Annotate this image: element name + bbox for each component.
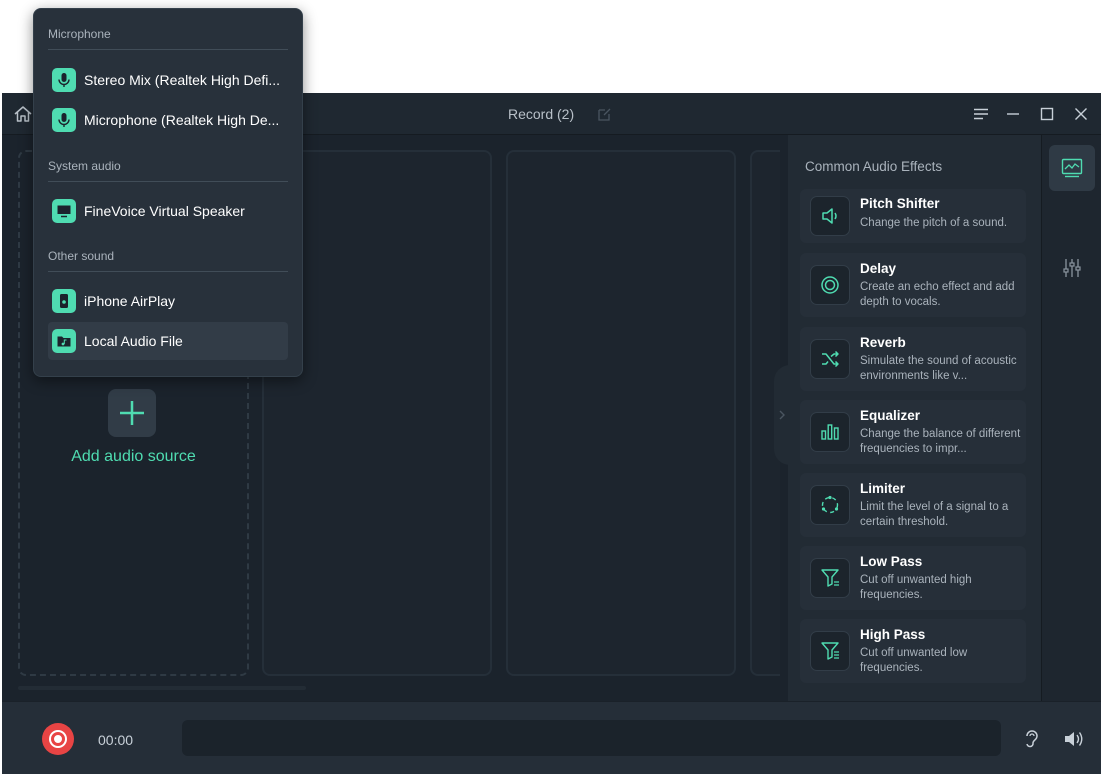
effect-pitch-shifter[interactable]: Pitch Shifter Change the pitch of a soun… — [800, 189, 1026, 243]
effect-description: Cut off unwanted low frequencies. — [860, 647, 968, 674]
effect-name: Delay — [860, 261, 897, 276]
source-item-label: FineVoice Virtual Speaker — [84, 203, 245, 219]
effect-name: Low Pass — [860, 554, 923, 569]
effect-equalizer[interactable]: Equalizer Change the balance of differen… — [800, 400, 1026, 464]
source-item-stereo-mix[interactable]: Stereo Mix (Realtek High Defi... — [48, 61, 288, 99]
minimize-button[interactable] — [1002, 104, 1024, 124]
effect-description: Cut off unwanted high frequencies. — [860, 574, 972, 601]
source-item-iphone-airplay[interactable]: iPhone AirPlay — [48, 282, 288, 320]
record-icon — [51, 732, 65, 746]
effects-title: Common Audio Effects — [805, 159, 943, 174]
section-label-system-audio: System audio — [48, 159, 121, 173]
divider — [48, 271, 288, 272]
effect-name: Equalizer — [860, 408, 921, 423]
phone-icon — [52, 289, 76, 313]
divider — [48, 49, 288, 50]
effect-low-pass[interactable]: Low Pass Cut off unwanted high frequenci… — [800, 546, 1026, 610]
effect-reverb[interactable]: Reverb Simulate the sound of acoustic en… — [800, 327, 1026, 391]
ear-icon — [1026, 730, 1038, 748]
bars-icon — [810, 412, 850, 452]
maximize-button[interactable] — [1036, 104, 1058, 124]
source-item-label: Microphone (Realtek High De... — [84, 112, 280, 128]
section-label-microphone: Microphone — [48, 27, 111, 41]
maximize-icon — [1040, 107, 1054, 121]
waveform-track[interactable] — [182, 720, 1001, 756]
circle-dots-icon — [810, 485, 850, 525]
waveform-monitor-icon — [1061, 158, 1083, 178]
track-slot — [506, 150, 736, 676]
folder-music-icon — [52, 329, 76, 353]
source-item-microphone[interactable]: Microphone (Realtek High De... — [48, 101, 288, 139]
playback-bar: 00:00 — [2, 701, 1101, 774]
mixer-tab-button[interactable] — [1049, 245, 1095, 291]
plus-icon — [120, 401, 144, 425]
effects-tab-button[interactable] — [1049, 145, 1095, 191]
effect-name: Limiter — [860, 481, 906, 496]
effect-limiter[interactable]: Limiter Limit the level of a signal to a… — [800, 473, 1026, 537]
close-button[interactable] — [1070, 104, 1092, 124]
effect-description: Limit the level of a signal to a certain… — [860, 501, 1009, 528]
record-button[interactable] — [42, 723, 74, 755]
window-title: Record (2) — [508, 106, 575, 122]
source-item-local-audio-file[interactable]: Local Audio File — [48, 322, 288, 360]
divider — [48, 181, 288, 182]
effect-description: Create an echo effect and add depth to v… — [860, 281, 1015, 308]
source-item-label: iPhone AirPlay — [84, 293, 176, 309]
effect-name: High Pass — [860, 627, 926, 642]
menu-button[interactable] — [970, 104, 992, 124]
speaker-icon — [810, 196, 850, 236]
filter-low-icon — [810, 558, 850, 598]
home-button[interactable] — [12, 104, 34, 124]
horizontal-scrollbar[interactable] — [18, 686, 306, 690]
monitor-icon — [52, 199, 76, 223]
effect-high-pass[interactable]: High Pass Cut off unwanted low frequenci… — [800, 619, 1026, 683]
chevron-right-icon — [779, 410, 785, 420]
filter-high-icon — [810, 631, 850, 671]
volume-icon — [1065, 732, 1083, 746]
microphone-icon — [52, 68, 76, 92]
edit-icon — [598, 108, 611, 121]
close-icon — [1075, 108, 1087, 120]
add-audio-source-button[interactable] — [108, 389, 156, 437]
section-label-other-sound: Other sound — [48, 249, 115, 263]
effect-delay[interactable]: Delay Create an echo effect and add dept… — [800, 253, 1026, 317]
monitor-button[interactable] — [1020, 727, 1044, 751]
add-audio-source-label[interactable]: Add audio source — [18, 448, 249, 466]
audio-source-dropdown: Microphone Stereo Mix (Realtek High Defi… — [33, 8, 303, 377]
source-item-label: Stereo Mix (Realtek High Defi... — [84, 72, 281, 88]
minimize-icon — [1007, 113, 1019, 115]
effect-name: Reverb — [860, 335, 906, 350]
sliders-icon — [1063, 259, 1081, 277]
shuffle-icon — [810, 339, 850, 379]
menu-icon — [974, 108, 988, 120]
right-tool-rail — [1041, 135, 1101, 701]
effects-panel: Common Audio Effects Pitch Shifter Chang… — [788, 135, 1041, 701]
effect-description: Change the pitch of a sound. — [860, 217, 1008, 229]
recording-time: 00:00 — [98, 732, 134, 748]
microphone-icon — [52, 108, 76, 132]
rename-button[interactable] — [596, 105, 614, 123]
effect-name: Pitch Shifter — [860, 196, 940, 211]
effect-description: Simulate the sound of acoustic environme… — [860, 355, 1017, 382]
source-item-finevoice-speaker[interactable]: FineVoice Virtual Speaker — [48, 192, 288, 230]
home-icon — [14, 106, 32, 122]
effect-description: Change the balance of different frequenc… — [860, 428, 1021, 455]
echo-icon — [810, 265, 850, 305]
volume-button[interactable] — [1062, 727, 1086, 751]
source-item-label: Local Audio File — [84, 333, 183, 349]
